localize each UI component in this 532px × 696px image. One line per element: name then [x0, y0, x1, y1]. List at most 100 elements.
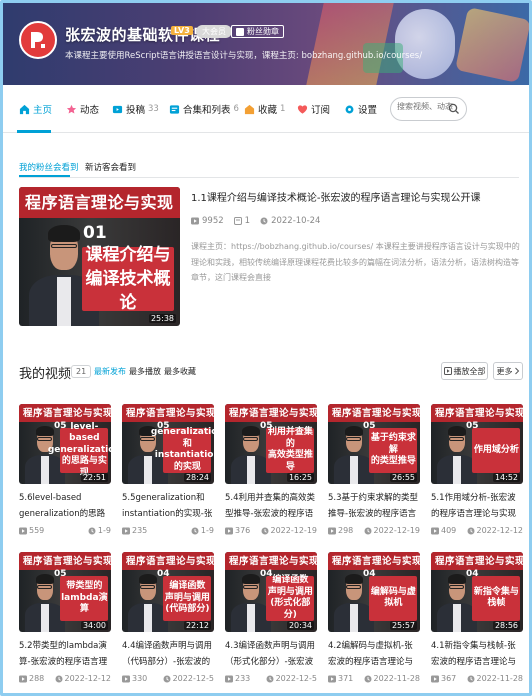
collection-icon	[169, 104, 180, 114]
lecturer-glasses	[243, 584, 259, 589]
nav-item-dynamic[interactable]: 动态	[66, 102, 99, 116]
video-card[interactable]: 程序语言理论与实现 04 编译函数 声明与调用 (代码部分) 22:12 4.4编译…	[122, 552, 214, 683]
video-card[interactable]: 程序语言理论与实现 04 编译函数 声明与调用 (形式化部分) 20:34 4.3编…	[225, 552, 317, 683]
sort-latest-tab[interactable]: 最新发布	[94, 366, 126, 377]
sort-most-played-tab[interactable]: 最多播放	[129, 366, 161, 377]
search-input[interactable]	[397, 102, 453, 111]
video-title[interactable]: 5.6level-based generalization的思路与实现-	[19, 490, 111, 522]
play-all-button[interactable]: 播放全部	[441, 362, 488, 380]
space-search[interactable]	[390, 97, 467, 121]
lecturer-photo	[127, 573, 168, 632]
views-stat: 559	[19, 526, 44, 535]
nav-item-uploads[interactable]: 投稿 33	[112, 102, 159, 116]
user-signature[interactable]: 本课程主要使用ReScript语言讲授语言设计与实现，课程主页: bobzhan…	[65, 49, 422, 61]
video-title[interactable]: 5.2带类型的lambda演算-张宏波的程序语言理论与实现公	[19, 638, 111, 670]
video-thumbnail[interactable]: 程序语言理论与实现 04 编译函数 声明与调用 (形式化部分) 20:34	[225, 552, 317, 632]
video-title[interactable]: 4.3编译函数声明与调用（形式化部分）-张宏波的程序语	[225, 638, 317, 670]
more-button[interactable]: 更多	[493, 362, 523, 380]
video-title[interactable]: 4.2编解码与虚拟机-张宏波的程序语言理论与实现公开课	[328, 638, 420, 670]
views-value: 288	[29, 674, 45, 683]
comments-stat: 1	[233, 216, 250, 226]
sort-most-favorited-tab[interactable]: 最多收藏	[164, 366, 196, 377]
video-thumbnail[interactable]: 程序语言理论与实现 05 利用并查集的 高效类型推导 16:25	[225, 404, 317, 484]
date-value: 2022-11-28	[373, 674, 421, 683]
date-stat: 2022-11-28	[467, 674, 523, 683]
date-stat: 2022-12-19	[364, 526, 420, 535]
video-duration: 14:52	[492, 473, 520, 482]
play-all-label: 播放全部	[453, 366, 486, 376]
thumb-series-title: 程序语言理论与实现	[23, 408, 111, 419]
video-title[interactable]: 5.5generalization和instantiation的实现-张宏波	[122, 490, 214, 522]
clock-icon	[467, 527, 474, 534]
thumb-series-title: 程序语言理论与实现	[229, 556, 317, 567]
search-icon[interactable]	[448, 103, 460, 115]
lecturer-photo	[436, 425, 477, 484]
featured-video-title[interactable]: 1.1课程介绍与编译技术概论-张宏波的程序语言理论与实现公开课	[191, 189, 521, 204]
nav-label: 合集和列表	[183, 105, 231, 116]
play-count-icon	[122, 675, 130, 682]
video-thumbnail[interactable]: 程序语言理论与实现 04 编解码与虚拟机 25:57	[328, 552, 420, 632]
video-card[interactable]: 程序语言理论与实现 05 利用并查集的 高效类型推导 16:25 5.4利用并查集…	[225, 404, 317, 535]
featured-video-thumbnail[interactable]: 程序语言理论与实现 01 课程介绍与 编译技术概论 25:38	[19, 187, 180, 326]
thumb-series-title: 程序语言理论与实现	[332, 556, 420, 567]
video-card[interactable]: 程序语言理论与实现 04 新指令集与栈帧 28:56 4.1新指令集与栈帧-张宏…	[431, 552, 523, 683]
clock-icon	[191, 527, 199, 534]
video-title[interactable]: 4.4编译函数声明与调用（代码部分）-张宏波的程序语言	[122, 638, 214, 670]
nav-count: 6	[233, 104, 239, 114]
video-title[interactable]: 5.1作用域分析-张宏波的程序语言理论与实现公开课	[431, 490, 523, 522]
video-card[interactable]: 程序语言理论与实现 05 基于约束求解 的类型推导 26:55 5.3基于约束求解…	[328, 404, 420, 535]
nav-item-home[interactable]: 主页	[19, 102, 52, 116]
video-card[interactable]: 程序语言理论与实现 05 level-basedgeneralization的思…	[19, 404, 111, 535]
lecturer-glasses	[140, 584, 156, 589]
lecturer-shirt	[452, 456, 461, 484]
video-thumbnail[interactable]: 程序语言理论与实现 05 带类型的 lambda演算 34:00	[19, 552, 111, 632]
thumb-topic-box: level-basedgeneralization的思路与实现	[48, 422, 111, 478]
video-duration: 28:56	[492, 621, 520, 630]
tab-fans-view[interactable]: 我的粉丝会看到	[19, 161, 79, 173]
date-value: 2022-12-5	[275, 674, 317, 683]
video-thumbnail[interactable]: 程序语言理论与实现 04 新指令集与栈帧 28:56	[431, 552, 523, 632]
divider	[19, 177, 519, 178]
video-thumbnail[interactable]: 程序语言理论与实现 04 编译函数 声明与调用 (代码部分) 22:12	[122, 552, 214, 632]
views-value: 376	[235, 526, 251, 535]
clock-icon	[260, 217, 268, 225]
heart-icon	[297, 104, 308, 114]
video-card[interactable]: 程序语言理论与实现 04 编解码与虚拟机 25:57 4.2编解码与虚拟机-张宏…	[328, 552, 420, 683]
tab-visitors-view[interactable]: 新访客会看到	[85, 161, 136, 173]
date-value: 2022-12-12	[476, 526, 524, 535]
video-thumbnail[interactable]: 程序语言理论与实现 05 level-basedgeneralization的思…	[19, 404, 111, 484]
play-count-icon	[122, 527, 130, 534]
nav-item-favorites[interactable]: 收藏 1	[244, 102, 285, 116]
video-thumbnail[interactable]: 程序语言理论与实现 05 基于约束求解 的类型推导 26:55	[328, 404, 420, 484]
date-value: 2022-12-5	[172, 674, 214, 683]
gear-icon	[345, 105, 354, 113]
video-title[interactable]: 4.1新指令集与栈帧-张宏波的程序语言理论与实现公开课	[431, 638, 523, 670]
lecturer-photo	[333, 573, 374, 632]
thumb-topic-box: 课程介绍与 编译技术概论	[82, 245, 174, 313]
avatar[interactable]	[19, 21, 57, 59]
video-title[interactable]: 5.4利用并查集的高效类型推导-张宏波的程序语	[225, 490, 317, 522]
video-card[interactable]: 程序语言理论与实现 05 作用域分析 14:52 5.1作用域分析-张宏波的程序…	[431, 404, 523, 535]
video-title[interactable]: 5.3基于约束求解的类型推导-张宏波的程序语言理论与实现公开课	[328, 490, 420, 522]
nav-item-collections[interactable]: 合集和列表 6	[169, 102, 239, 116]
lecturer-glasses	[449, 584, 465, 589]
favorite-icon	[244, 104, 255, 114]
nav-item-subscriptions[interactable]: 订阅	[297, 102, 330, 116]
lecturer-hair	[138, 573, 157, 584]
video-card[interactable]: 程序语言理论与实现 05 generalization和instantiatio…	[122, 404, 214, 535]
video-thumbnail[interactable]: 程序语言理论与实现 05 generalization和instantiatio…	[122, 404, 214, 484]
thumb-topic-line: 作用域分析	[473, 444, 519, 455]
thumb-topic-line: 声明与调用	[267, 586, 313, 597]
vip-badge[interactable]: 大会员	[196, 25, 232, 38]
thumb-topic-line: 新指令集与栈帧	[473, 586, 519, 609]
video-thumbnail[interactable]: 程序语言理论与实现 05 作用域分析 14:52	[431, 404, 523, 484]
lecturer-glasses	[243, 436, 259, 441]
page-frame: 张宏波的基础软件课程 LV3 大会员 粉丝勋章 本课程主要使用ReScript语…	[0, 0, 532, 696]
featured-video-description: 课程主页：https://bobzhang.github.io/courses/…	[191, 242, 520, 282]
video-card[interactable]: 程序语言理论与实现 05 带类型的 lambda演算 34:00 5.2带类型的l…	[19, 552, 111, 683]
nav-label: 动态	[80, 105, 100, 116]
thumb-topic-box: 编译函数 声明与调用 (代码部分)	[163, 576, 212, 621]
fans-medal-badge[interactable]: 粉丝勋章	[231, 25, 284, 38]
nav-item-settings[interactable]: 设置	[344, 102, 377, 116]
play-count-icon	[19, 527, 27, 534]
